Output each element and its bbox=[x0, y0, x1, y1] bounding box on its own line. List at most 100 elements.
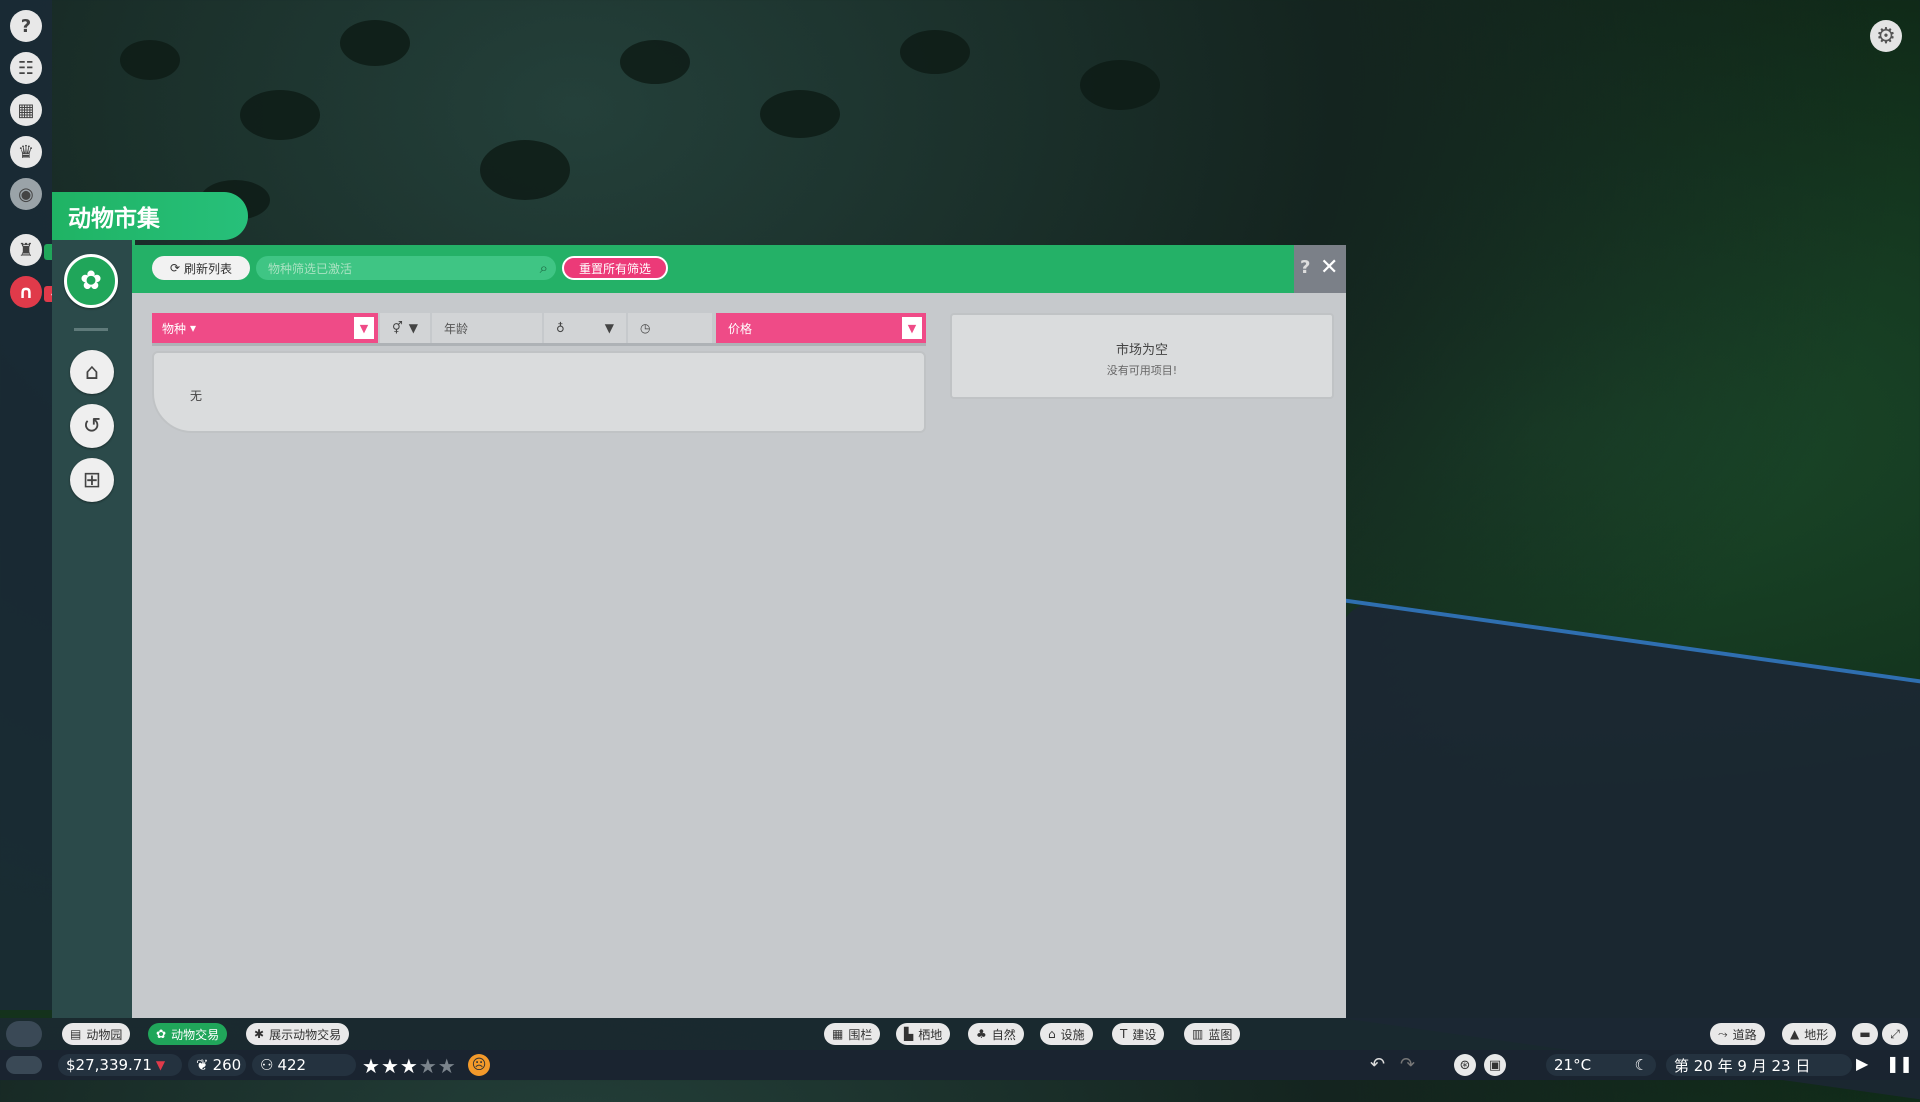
column-divider bbox=[152, 343, 926, 346]
tool-path[interactable]: ⤳ 道路 bbox=[1710, 1023, 1765, 1045]
tool-nature[interactable]: ♣ 自然 bbox=[968, 1023, 1024, 1045]
moon-icon: ☾ bbox=[1634, 1056, 1648, 1074]
gender-icon: ⚥ bbox=[391, 321, 403, 335]
tool-path-label: 道路 bbox=[1732, 1027, 1757, 1042]
tool-terrain-label: 地形 bbox=[1804, 1027, 1829, 1042]
animal-list: 无 bbox=[152, 351, 926, 433]
paw-icon: ✿ bbox=[156, 1027, 167, 1041]
calendar-icon[interactable]: ▦ bbox=[10, 94, 42, 126]
market-empty-subtitle: 没有可用项目! bbox=[1106, 364, 1178, 377]
exhibit-trade-tab[interactable]: ✱ 展示动物交易 bbox=[246, 1023, 350, 1045]
tool-nature-label: 自然 bbox=[991, 1027, 1016, 1042]
refresh-icon: ⟳ bbox=[169, 261, 181, 275]
alert-icon[interactable]: ∩ bbox=[10, 276, 42, 308]
guest-mood-icon[interactable]: ☹ bbox=[468, 1054, 490, 1076]
date-stat: 第 20 年 9 月 23 日 bbox=[1666, 1054, 1852, 1076]
panel-side-nav: ✿ ⌂ ↺ ⊞ bbox=[52, 200, 135, 1018]
search-placeholder: 物种筛选已激活 bbox=[268, 261, 353, 276]
animal-trade-tab[interactable]: ✿ 动物交易 bbox=[148, 1023, 228, 1045]
view-icon[interactable]: ◉ bbox=[10, 178, 42, 210]
trade-center-icon[interactable]: ⌂ bbox=[70, 350, 114, 394]
bottom-toolbar: ▤ 动物园 ✿ 动物交易 ✱ 展示动物交易 ▦ 围栏 ▙ 栖地 ♣ 自然 ⌂ 设施 T 建设 ▥… bbox=[0, 1018, 1920, 1050]
fertility-icon: ♁ bbox=[556, 321, 565, 335]
tool-terrain[interactable]: ▲ 地形 bbox=[1782, 1023, 1837, 1045]
tool-fence[interactable]: ▦ 围栏 bbox=[824, 1023, 881, 1045]
tool-construction[interactable]: T 建设 bbox=[1112, 1023, 1165, 1045]
undo-icon[interactable]: ↶ bbox=[1370, 1054, 1385, 1075]
tool-blueprint-label: 蓝图 bbox=[1208, 1027, 1233, 1042]
tool-habitat[interactable]: ▙ 栖地 bbox=[896, 1023, 951, 1045]
animal-market-tab-icon[interactable]: ✿ bbox=[64, 254, 118, 308]
column-age[interactable]: 年龄 bbox=[432, 313, 542, 343]
play-speed-icon[interactable]: ▶ bbox=[1856, 1054, 1868, 1073]
column-time[interactable]: ◷ bbox=[628, 313, 712, 343]
trophy-icon[interactable]: ♛ bbox=[10, 136, 42, 168]
speed-toggle[interactable] bbox=[6, 1056, 42, 1074]
column-price-label: 价格 bbox=[728, 321, 753, 336]
camera-mode-icon[interactable] bbox=[6, 1021, 42, 1047]
fullscreen-icon[interactable]: ⤢ bbox=[1882, 1023, 1908, 1045]
photo-mode-icon[interactable]: ⊛ bbox=[1454, 1054, 1476, 1076]
bulldoze-icon[interactable]: ▬ bbox=[1852, 1023, 1878, 1045]
zoopedia-icon[interactable]: ☷ bbox=[10, 52, 42, 84]
star-icon: ★ bbox=[399, 1054, 419, 1078]
column-gender[interactable]: ⚥ ▼ bbox=[380, 313, 430, 343]
search-icon[interactable]: ⌕ bbox=[540, 259, 548, 277]
clock-icon: ◷ bbox=[640, 321, 651, 335]
close-icon[interactable]: ✕ bbox=[1320, 255, 1338, 280]
species-filter-icon[interactable]: ▼ bbox=[354, 317, 374, 339]
date-value: 第 20 年 9 月 23 日 bbox=[1674, 1056, 1811, 1075]
status-bar: $27,339.71 ▼ ❦ 260 ⚇ 422 ★★★★★ ☹ ↶ ↷ ⊛ ▣… bbox=[0, 1050, 1920, 1080]
settings-gear-icon[interactable]: ⚙ bbox=[1870, 20, 1902, 52]
tool-facilities[interactable]: ⌂ 设施 bbox=[1040, 1023, 1093, 1045]
star-icon: ★ bbox=[437, 1054, 457, 1078]
star-icon: ★ bbox=[418, 1054, 438, 1078]
staff-icon[interactable]: ♜ bbox=[10, 234, 42, 266]
guests-stat[interactable]: ⚇ 422 bbox=[252, 1054, 356, 1076]
chevron-down-icon: ▾ bbox=[190, 321, 197, 335]
fertility-filter-icon[interactable]: ▼ bbox=[605, 321, 614, 335]
refresh-list-button[interactable]: ⟳ 刷新列表 bbox=[152, 256, 250, 280]
tool-fence-label: 围栏 bbox=[848, 1027, 873, 1042]
column-price[interactable]: 价格 ▼ bbox=[716, 313, 926, 343]
conservation-value: 260 bbox=[212, 1056, 242, 1074]
fence-icon: ▦ bbox=[832, 1027, 844, 1041]
zoo-icon: ▤ bbox=[70, 1027, 82, 1041]
guests-icon: ⚇ bbox=[260, 1056, 274, 1074]
history-icon[interactable]: ↺ bbox=[70, 404, 114, 448]
help-icon[interactable]: ? bbox=[10, 10, 42, 42]
facilities-icon: ⌂ bbox=[1048, 1027, 1056, 1041]
search-input[interactable]: 物种筛选已激活 ⌕ bbox=[256, 256, 556, 280]
exhibit-icon: ✱ bbox=[254, 1027, 265, 1041]
tool-facilities-label: 设施 bbox=[1060, 1027, 1085, 1042]
conservation-stat[interactable]: ❦ 260 bbox=[188, 1054, 246, 1076]
blueprint-icon: ▥ bbox=[1192, 1027, 1204, 1041]
weather-stat[interactable]: 21°C ☾ bbox=[1546, 1054, 1656, 1076]
refresh-label: 刷新列表 bbox=[184, 261, 233, 276]
help-icon[interactable]: ? bbox=[1300, 257, 1310, 278]
list-empty-text: 无 bbox=[190, 389, 203, 403]
price-filter-icon[interactable]: ▼ bbox=[902, 317, 922, 339]
construction-icon: T bbox=[1120, 1027, 1128, 1041]
animal-trade-tab-label: 动物交易 bbox=[171, 1027, 220, 1042]
tool-blueprint[interactable]: ▥ 蓝图 bbox=[1184, 1023, 1241, 1045]
column-species[interactable]: 物种 ▾ ▼ bbox=[152, 313, 378, 343]
pause-icon[interactable]: ❚❚ bbox=[1886, 1054, 1913, 1073]
column-age-label: 年龄 bbox=[444, 321, 469, 336]
zoo-tab[interactable]: ▤ 动物园 bbox=[62, 1023, 131, 1045]
zoo-rating-stars[interactable]: ★★★★★ bbox=[362, 1054, 457, 1078]
zoo-tab-label: 动物园 bbox=[86, 1027, 123, 1042]
money-value: $27,339.71 bbox=[66, 1056, 152, 1074]
reset-filters-button[interactable]: 重置所有筛选 bbox=[562, 256, 668, 280]
habitat-icon: ▙ bbox=[904, 1027, 914, 1041]
panel-title: 动物市集 bbox=[52, 192, 248, 240]
column-fertility[interactable]: ♁ ▼ bbox=[544, 313, 626, 343]
camera-icon[interactable]: ▣ bbox=[1484, 1054, 1506, 1076]
nature-icon: ♣ bbox=[976, 1027, 987, 1041]
path-icon: ⤳ bbox=[1718, 1026, 1728, 1041]
temperature-value: 21°C bbox=[1554, 1056, 1592, 1074]
gift-icon[interactable]: ⊞ bbox=[70, 458, 114, 502]
gender-filter-icon[interactable]: ▼ bbox=[409, 321, 418, 335]
money-stat[interactable]: $27,339.71 ▼ bbox=[58, 1054, 182, 1076]
redo-icon[interactable]: ↷ bbox=[1400, 1054, 1415, 1075]
